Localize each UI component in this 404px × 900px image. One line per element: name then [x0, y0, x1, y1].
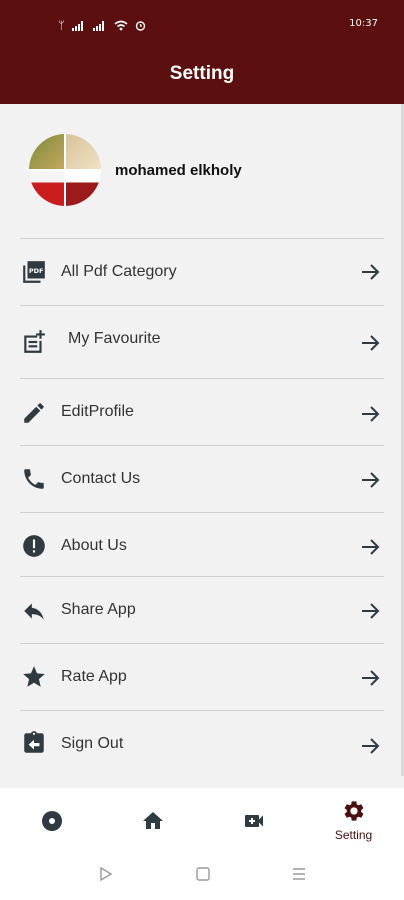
signal-icon [71, 20, 83, 31]
menu-item-label: EditProfile [61, 403, 134, 420]
settings-content: mohamed elkholy PDF All Pdf Category My … [0, 104, 404, 788]
recents-menu-icon[interactable] [291, 866, 307, 882]
avatar[interactable] [29, 134, 101, 206]
menu-item-edit-profile[interactable]: EditProfile [0, 379, 404, 445]
menu-item-label: Rate App [61, 668, 127, 685]
tab-disc[interactable] [0, 788, 101, 846]
phone-icon [24, 469, 44, 489]
alarm-icon [135, 21, 145, 31]
avatar-divider [29, 169, 101, 171]
arrow-right-icon [362, 670, 380, 686]
status-time: 10:37 [349, 18, 378, 29]
menu-item-rate-app[interactable]: Rate App [0, 644, 404, 710]
page-title: Setting [169, 63, 235, 84]
info-alert-icon [23, 535, 45, 557]
arrow-right-icon [362, 335, 380, 351]
video-add-icon [245, 815, 263, 827]
arrow-right-icon [362, 539, 380, 555]
reply-icon [24, 603, 44, 620]
arrow-right-icon [362, 406, 380, 422]
app-bar: Setting [0, 52, 404, 104]
home-square-icon[interactable] [195, 866, 211, 882]
menu-item-label: Sign Out [61, 735, 124, 752]
note-add-icon [24, 330, 45, 353]
avatar-image-part [65, 170, 101, 206]
disc-icon [42, 811, 62, 831]
wifi-icon [114, 20, 128, 31]
profile-header[interactable]: mohamed elkholy [0, 104, 404, 238]
home-icon [143, 812, 163, 829]
menu-item-contact-us[interactable]: Contact Us [0, 446, 404, 512]
menu-item-label: My Favourite [68, 330, 161, 347]
menu-item-all-pdf-category[interactable]: PDF All Pdf Category [0, 239, 404, 305]
system-nav-bar [0, 846, 404, 900]
arrow-right-icon [362, 472, 380, 488]
tab-home[interactable] [101, 788, 202, 846]
avatar-image-part [65, 134, 101, 170]
svg-text:PDF: PDF [29, 267, 44, 275]
clipboard-back-icon [24, 731, 44, 753]
profile-name: mohamed elkholy [115, 162, 242, 179]
status-icons: ᛘ [58, 19, 146, 32]
usb-icon: ᛘ [58, 19, 65, 32]
arrow-right-icon [362, 603, 380, 619]
tab-video[interactable] [202, 788, 303, 846]
signal-icon [92, 20, 104, 31]
menu-item-label: Contact Us [61, 470, 141, 487]
pencil-icon [24, 403, 44, 423]
star-icon [23, 666, 45, 687]
menu-item-sign-out[interactable]: Sign Out [0, 711, 404, 777]
pdf-icon: PDF [23, 261, 45, 283]
tab-setting-label: Setting [334, 828, 373, 842]
gear-icon [344, 801, 364, 821]
avatar-image-part [29, 134, 65, 170]
tab-setting[interactable]: Setting [303, 788, 404, 846]
menu-item-label: All Pdf Category [61, 263, 177, 280]
bottom-nav: Setting [0, 788, 404, 846]
menu-item-about-us[interactable]: About Us [0, 513, 404, 579]
menu-item-share-app[interactable]: Share App [0, 577, 404, 643]
menu-item-label: About Us [61, 537, 127, 554]
menu-item-my-favourite[interactable]: My Favourite [0, 306, 404, 378]
menu-item-label: Share App [61, 601, 136, 618]
arrow-right-icon [362, 738, 380, 754]
back-triangle-icon[interactable] [98, 866, 114, 882]
avatar-image-part [29, 170, 65, 206]
arrow-right-icon [362, 264, 380, 280]
status-bar: ᛘ 10:37 [0, 0, 404, 52]
